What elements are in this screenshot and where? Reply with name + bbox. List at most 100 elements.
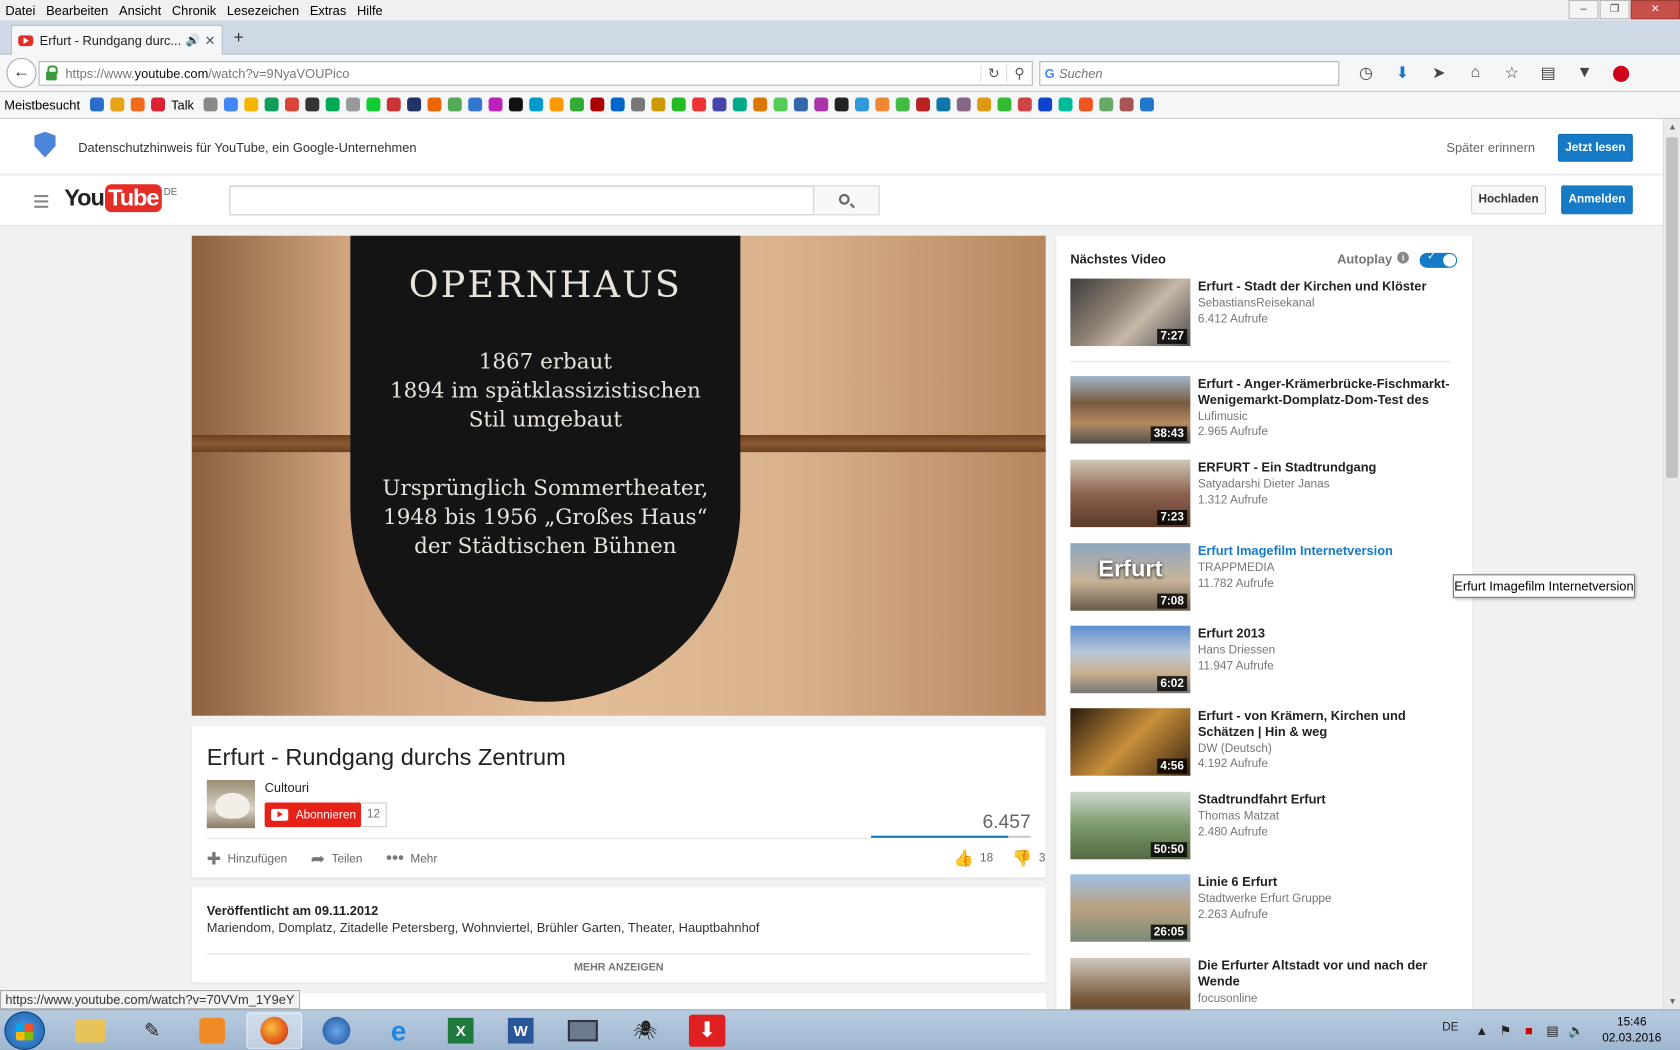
bookmark-favicon-icon[interactable]	[305, 97, 320, 112]
menu-ansicht[interactable]: Ansicht	[114, 3, 167, 18]
download-icon[interactable]: ⬇	[1384, 63, 1420, 82]
scrollbar-thumb[interactable]	[1666, 137, 1678, 478]
subscribe-button[interactable]: Abonnieren	[264, 802, 362, 828]
video-thumbnail[interactable]: 50:50	[1070, 791, 1191, 860]
menu-chronik[interactable]: Chronik	[167, 3, 222, 18]
url-bar[interactable]: https://www.youtube.com/watch?v=9NyaVOUP…	[38, 61, 1033, 86]
bookmark-star-icon[interactable]: ☆	[1494, 63, 1530, 82]
bookmark-favicon-icon[interactable]	[773, 97, 788, 112]
youtube-search-button[interactable]	[813, 185, 880, 216]
scroll-up-icon[interactable]: ▲	[1668, 122, 1676, 132]
bookmark-favicon-icon[interactable]	[997, 97, 1012, 112]
close-window-button[interactable]: ✕	[1630, 0, 1680, 20]
upload-button[interactable]: Hochladen	[1471, 185, 1547, 215]
bookmark-favicon-icon[interactable]	[753, 97, 768, 112]
clipboard-icon[interactable]: ▤	[1530, 63, 1566, 82]
bookmark-favicon-icon[interactable]	[264, 97, 279, 112]
bookmark-favicon-icon[interactable]	[916, 97, 931, 112]
bookmark-favicon-icon[interactable]	[386, 97, 401, 112]
clock[interactable]: 15:46 02.03.2016	[1601, 1015, 1663, 1047]
network-icon[interactable]: ▤	[1541, 1023, 1565, 1038]
restore-button[interactable]: ❐	[1599, 0, 1630, 20]
web-search-input[interactable]	[1058, 65, 1317, 81]
bookmark-favicon-icon[interactable]	[110, 97, 124, 112]
back-button[interactable]: ←	[6, 57, 37, 88]
spider-icon[interactable]: 🕷	[617, 1013, 673, 1049]
bookmark-favicon-icon[interactable]	[651, 97, 666, 112]
bookmark-favicon-icon[interactable]	[895, 97, 910, 112]
send-icon[interactable]: ➤	[1421, 63, 1457, 82]
related-video-title[interactable]: Erfurt - Anger-Krämerbrücke-Fischmarkt-W…	[1198, 376, 1466, 408]
read-now-button[interactable]: Jetzt lesen	[1557, 133, 1633, 162]
explorer-icon[interactable]	[62, 1013, 118, 1049]
bookmark-favicon-icon[interactable]	[1140, 97, 1154, 112]
related-video-title[interactable]: Stadtrundfahrt Erfurt	[1198, 792, 1466, 808]
video-player[interactable]: OPERNHAUS 1867 erbaut 1894 im spätklassiz…	[191, 235, 1046, 716]
bookmark-favicon-icon[interactable]	[732, 97, 747, 112]
video-thumbnail[interactable]: 7:23	[1070, 459, 1191, 528]
related-video-item[interactable]: 50:50 Stadtrundfahrt Erfurt Thomas Matzat 2…	[1070, 791, 1466, 861]
bookmark-favicon-icon[interactable]	[692, 97, 707, 112]
bookmark-favicon-icon[interactable]	[610, 97, 625, 112]
bookmark-favicon-icon[interactable]	[89, 97, 104, 112]
excel-icon[interactable]: X	[433, 1013, 489, 1049]
add-to-button[interactable]: ✚ Hinzufügen	[207, 849, 287, 870]
related-video-title[interactable]: ERFURT - Ein Stadtrundgang	[1198, 460, 1466, 476]
sign-in-button[interactable]: Anmelden	[1561, 185, 1633, 215]
bookmark-favicon-icon[interactable]	[1058, 97, 1073, 112]
video-thumbnail[interactable]: 26:05	[1070, 874, 1191, 942]
volume-icon[interactable]: 🔈	[1564, 1023, 1588, 1038]
bookmark-favicon-icon[interactable]	[346, 97, 361, 112]
web-search-box[interactable]: G	[1039, 61, 1340, 86]
minimize-button[interactable]: –	[1568, 0, 1599, 20]
bookmark-favicon-icon[interactable]	[936, 97, 951, 112]
bookmark-favicon-icon[interactable]	[875, 97, 890, 112]
menu-lesezeichen[interactable]: Lesezeichen	[222, 3, 305, 18]
bookmark-favicon-icon[interactable]	[977, 97, 992, 112]
related-video-title[interactable]: Erfurt Imagefilm Internetversion	[1198, 543, 1466, 559]
bookmark-favicon-icon[interactable]	[671, 97, 686, 112]
related-video-title[interactable]: Erfurt - von Krämern, Kirchen und Schätz…	[1198, 708, 1466, 740]
show-more-button[interactable]: MEHR ANZEIGEN	[192, 962, 1046, 974]
menu-bearbeiten[interactable]: Bearbeiten	[41, 3, 114, 18]
bookmark-favicon-icon[interactable]	[529, 97, 544, 112]
bookmark-favicon-icon[interactable]	[130, 97, 145, 112]
bookmark-favicon-icon[interactable]	[150, 97, 165, 112]
bookmark-favicon-icon[interactable]	[1038, 97, 1053, 112]
related-video-title[interactable]: Erfurt - Stadt der Kirchen und Klöster	[1198, 279, 1466, 295]
info-icon[interactable]: i	[1397, 251, 1409, 264]
acrobat-icon[interactable]: ■	[1517, 1023, 1541, 1038]
channel-name[interactable]: Cultouri	[265, 780, 309, 795]
menu-hilfe[interactable]: Hilfe	[352, 3, 388, 18]
related-video-item[interactable]: 38:43 Erfurt - Anger-Krämerbrücke-Fischma…	[1070, 376, 1466, 445]
more-button[interactable]: ••• Mehr	[386, 850, 437, 869]
thumbs-down-icon[interactable]: 👎	[1012, 849, 1032, 868]
bookmark-favicon-icon[interactable]	[325, 97, 340, 112]
url-text[interactable]: https://www.youtube.com/watch?v=9NyaVOUP…	[65, 66, 980, 81]
related-video-item[interactable]: 7:27 Erfurt - Stadt der Kirchen und Klöst…	[1070, 278, 1466, 348]
search-icon[interactable]: ⚲	[1006, 64, 1032, 82]
page-scrollbar[interactable]: ▲ ▼	[1662, 118, 1680, 1010]
bookmark-favicon-icon[interactable]	[549, 97, 564, 112]
menu-datei[interactable]: Datei	[0, 3, 41, 18]
tray-expand-icon[interactable]: ▲	[1470, 1023, 1494, 1038]
bookmark-favicon-icon[interactable]	[1099, 97, 1114, 112]
autoplay-toggle[interactable]: ✓	[1419, 251, 1458, 268]
bookmark-favicon-icon[interactable]	[366, 97, 381, 112]
bookmark-favicon-icon[interactable]	[814, 97, 829, 112]
pocket-icon[interactable]: ▼	[1566, 63, 1602, 82]
speaker-icon[interactable]: 🔊	[186, 33, 201, 47]
bookmark-favicon-icon[interactable]	[223, 97, 238, 112]
bookmark-favicon-icon[interactable]	[508, 97, 523, 112]
remind-later-link[interactable]: Später erinnern	[1446, 140, 1535, 155]
related-video-item[interactable]: Erfurt 7:08 Erfurt Imagefilm Internetversi…	[1070, 543, 1466, 612]
video-thumbnail[interactable]: 6:02	[1070, 625, 1191, 694]
bookmark-favicon-icon[interactable]	[1119, 97, 1134, 112]
bookmark-favicon-icon[interactable]	[793, 97, 808, 112]
bookmark-favicon-icon[interactable]	[590, 97, 605, 112]
youtube-search-input[interactable]	[229, 185, 815, 216]
related-video-title[interactable]: Die Erfurter Altstadt vor und nach der W…	[1198, 958, 1466, 990]
firefox-icon[interactable]	[246, 1012, 303, 1049]
bookmark-favicon-icon[interactable]	[447, 97, 462, 112]
language-indicator[interactable]: DE	[1442, 1021, 1458, 1034]
